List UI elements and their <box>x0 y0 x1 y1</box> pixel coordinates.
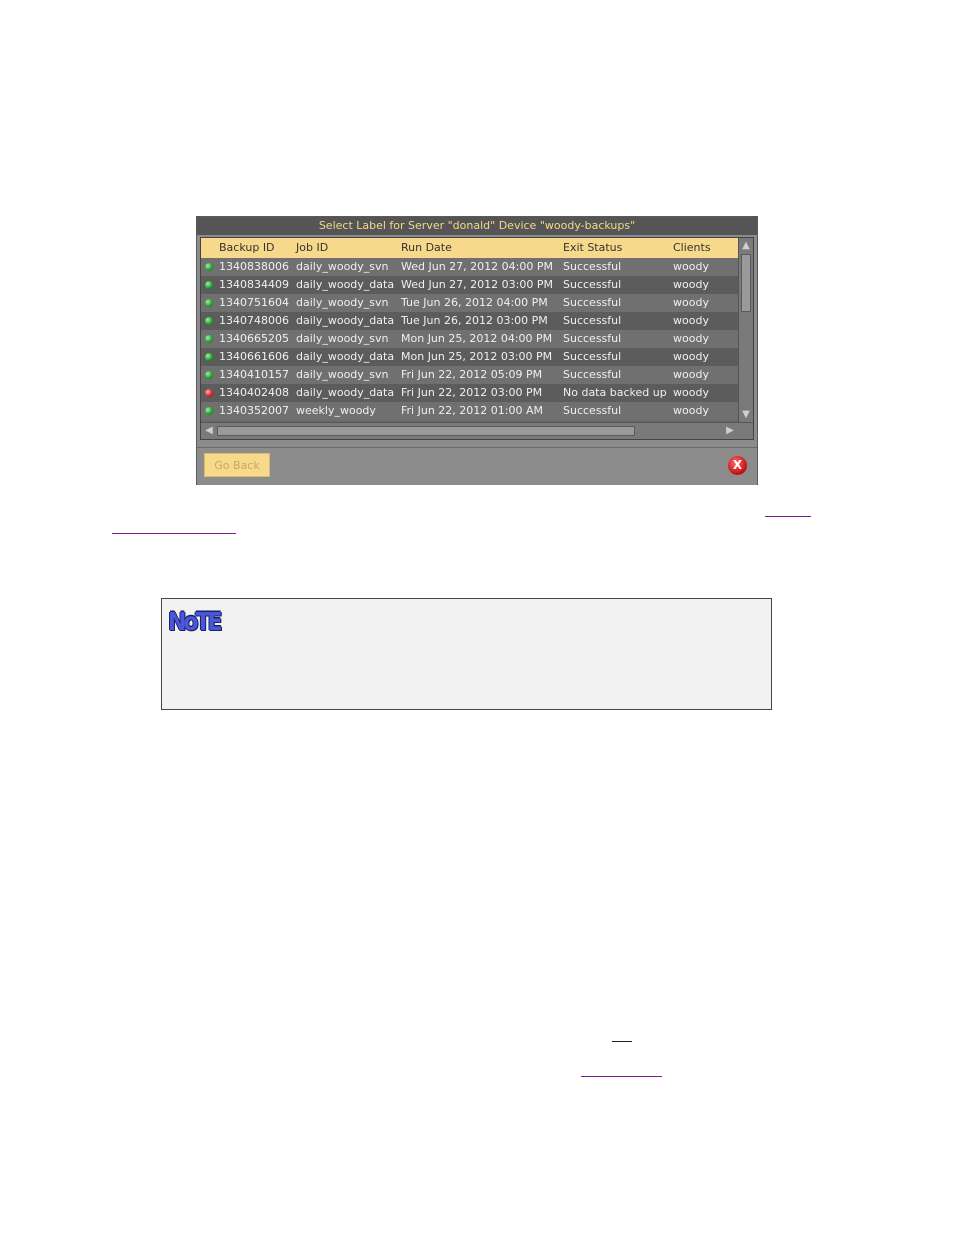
horizontal-scroll-thumb[interactable] <box>217 426 635 436</box>
status-ok-icon <box>205 353 213 361</box>
horizontal-scrollbar[interactable]: ◀ ▶ <box>201 422 753 439</box>
column-header-run-date[interactable]: Run Date <box>401 238 452 258</box>
status-ok-icon <box>205 263 213 271</box>
backup-table: Backup ID Job ID Run Date Exit Status Cl… <box>200 237 754 440</box>
status-ok-icon <box>205 335 213 343</box>
backup-id-cell: 1340748006 <box>219 314 289 327</box>
backup-id-cell: 1340834409 <box>219 278 289 291</box>
table-row[interactable]: 1340352007 weekly_woody Fri Jun 22, 2012 0… <box>201 402 739 420</box>
table-row[interactable]: 1340402408 daily_woody_data Fri Jun 22, 20… <box>201 384 739 402</box>
status-ok-icon <box>205 371 213 379</box>
exit-status-cell: Successful <box>563 368 622 381</box>
job-id-cell: weekly_woody <box>296 404 376 417</box>
job-id-cell: daily_woody_svn <box>296 260 389 273</box>
column-header-exit-status[interactable]: Exit Status <box>563 238 622 258</box>
run-date-cell: Wed Jun 27, 2012 03:00 PM <box>401 278 553 291</box>
link-underline[interactable] <box>581 1076 662 1077</box>
status-ok-icon <box>205 281 213 289</box>
job-id-cell: daily_woody_svn <box>296 332 389 345</box>
note-box: NoTE <box>161 598 772 710</box>
status-ok-icon <box>205 317 213 325</box>
client-cell: woody <box>673 404 709 417</box>
run-date-cell: Fri Jun 22, 2012 05:09 PM <box>401 368 543 381</box>
run-date-cell: Tue Jun 26, 2012 03:00 PM <box>401 314 548 327</box>
exit-status-cell: Successful <box>563 296 622 309</box>
client-cell: woody <box>673 368 709 381</box>
client-cell: woody <box>673 314 709 327</box>
client-cell: woody <box>673 296 709 309</box>
job-id-cell: daily_woody_data <box>296 350 395 363</box>
close-icon[interactable]: X <box>728 456 747 475</box>
client-cell: woody <box>673 278 709 291</box>
exit-status-cell: Successful <box>563 404 622 417</box>
table-row[interactable]: 1340661606 daily_woody_data Mon Jun 25, 20… <box>201 348 739 366</box>
backup-id-cell: 1340838006 <box>219 260 289 273</box>
backup-id-cell: 1340402408 <box>219 386 289 399</box>
exit-status-cell: Successful <box>563 350 622 363</box>
backup-id-cell: 1340665205 <box>219 332 289 345</box>
go-back-button[interactable]: Go Back <box>204 453 270 477</box>
run-date-cell: Mon Jun 25, 2012 03:00 PM <box>401 350 553 363</box>
status-ok-icon <box>205 407 213 415</box>
exit-status-cell: Successful <box>563 278 622 291</box>
job-id-cell: daily_woody_svn <box>296 296 389 309</box>
backup-id-cell: 1340410157 <box>219 368 289 381</box>
scroll-left-arrow-icon[interactable]: ◀ <box>202 424 216 438</box>
column-header-clients[interactable]: Clients <box>673 238 711 258</box>
dialog-title: Select Label for Server "donald" Device … <box>197 217 757 235</box>
run-date-cell: Fri Jun 22, 2012 03:00 PM <box>401 386 543 399</box>
table-row[interactable]: 1340834409 daily_woody_data Wed Jun 27, 20… <box>201 276 739 294</box>
run-date-cell: Wed Jun 27, 2012 04:00 PM <box>401 260 553 273</box>
table-row[interactable]: 1340748006 daily_woody_data Tue Jun 26, 20… <box>201 312 739 330</box>
table-row[interactable]: 1340410157 daily_woody_svn Fri Jun 22, 201… <box>201 366 739 384</box>
dialog-footer: Go Back X <box>197 447 757 485</box>
backup-id-cell: 1340352007 <box>219 404 289 417</box>
scroll-up-arrow-icon[interactable]: ▲ <box>740 239 752 252</box>
client-cell: woody <box>673 350 709 363</box>
table-body: 1340838006 daily_woody_svn Wed Jun 27, 201… <box>201 258 739 420</box>
vertical-scrollbar[interactable]: ▲ ▼ <box>738 238 753 422</box>
run-date-cell: Fri Jun 22, 2012 01:00 AM <box>401 404 543 417</box>
link-underline[interactable] <box>112 533 236 534</box>
backup-id-cell: 1340661606 <box>219 350 289 363</box>
exit-status-cell: Successful <box>563 332 622 345</box>
scroll-down-arrow-icon[interactable]: ▼ <box>740 408 752 421</box>
select-label-dialog: Select Label for Server "donald" Device … <box>196 216 758 485</box>
client-cell: woody <box>673 386 709 399</box>
exit-status-cell: No data backed up <box>563 386 667 399</box>
job-id-cell: daily_woody_data <box>296 278 395 291</box>
exit-status-cell: Successful <box>563 314 622 327</box>
job-id-cell: daily_woody_data <box>296 386 395 399</box>
table-row[interactable]: 1340665205 daily_woody_svn Mon Jun 25, 201… <box>201 330 739 348</box>
table-row[interactable]: 1340751604 daily_woody_svn Tue Jun 26, 201… <box>201 294 739 312</box>
run-date-cell: Mon Jun 25, 2012 04:00 PM <box>401 332 553 345</box>
link-underline[interactable] <box>765 516 811 517</box>
scroll-right-arrow-icon[interactable]: ▶ <box>723 424 737 438</box>
underline-mark <box>612 1041 632 1042</box>
status-error-icon <box>205 389 213 397</box>
backup-id-cell: 1340751604 <box>219 296 289 309</box>
status-ok-icon <box>205 299 213 307</box>
note-icon: NoTE <box>168 608 223 637</box>
client-cell: woody <box>673 332 709 345</box>
table-header: Backup ID Job ID Run Date Exit Status Cl… <box>201 238 739 258</box>
vertical-scroll-thumb[interactable] <box>741 254 751 312</box>
table-row[interactable]: 1340838006 daily_woody_svn Wed Jun 27, 201… <box>201 258 739 276</box>
job-id-cell: daily_woody_data <box>296 314 395 327</box>
column-header-backup-id[interactable]: Backup ID <box>219 238 275 258</box>
run-date-cell: Tue Jun 26, 2012 04:00 PM <box>401 296 548 309</box>
exit-status-cell: Successful <box>563 260 622 273</box>
column-header-job-id[interactable]: Job ID <box>296 238 328 258</box>
job-id-cell: daily_woody_svn <box>296 368 389 381</box>
client-cell: woody <box>673 260 709 273</box>
